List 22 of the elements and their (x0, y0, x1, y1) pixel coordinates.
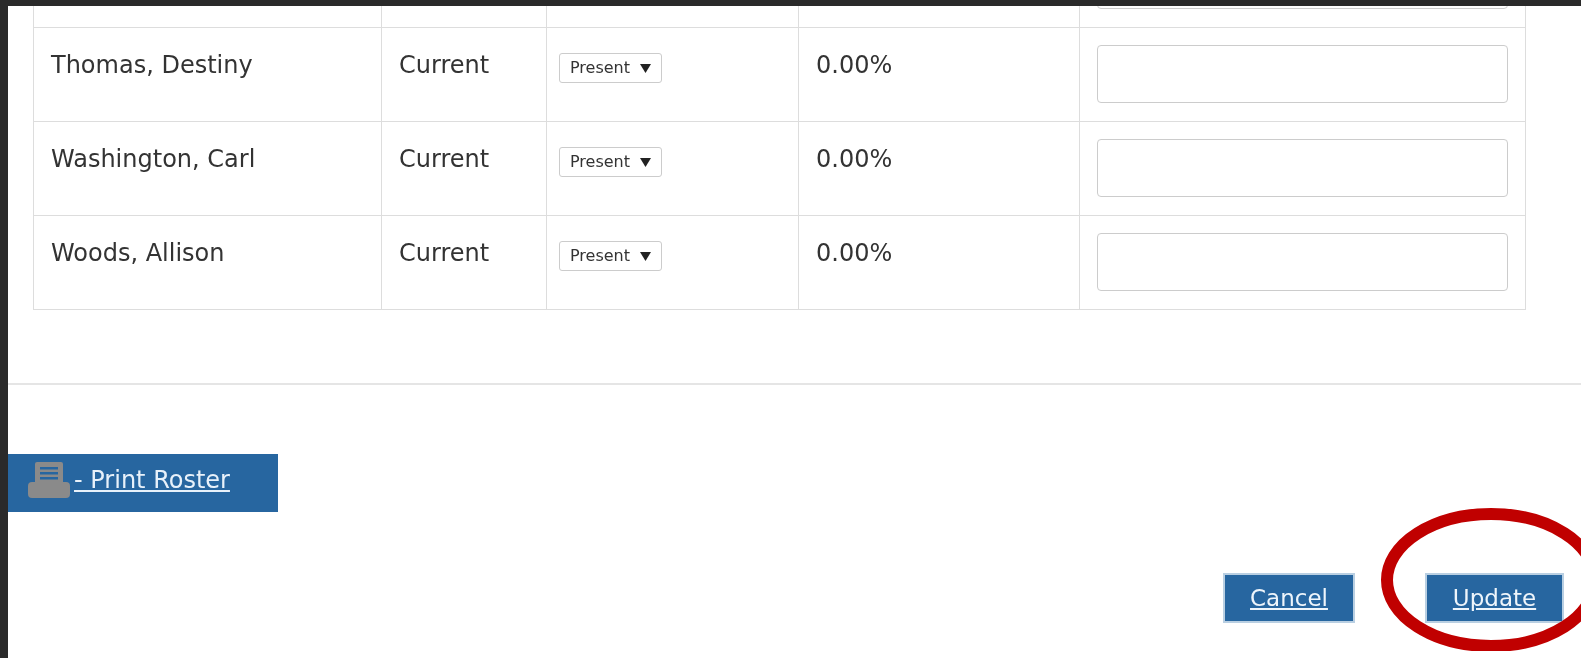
caret-icon (640, 157, 652, 167)
caret-icon (640, 63, 652, 73)
action-button[interactable]: Cancel (1223, 573, 1355, 623)
percent-text: 0.00% (816, 145, 893, 173)
percent-text: 0.00% (816, 239, 893, 267)
status-text: Current (399, 239, 490, 267)
attendance-dropdown[interactable]: Present (559, 241, 663, 271)
percent-text: 0.00% (816, 51, 893, 79)
comment-field[interactable] (1097, 45, 1508, 103)
attendance-dropdown[interactable]: Present (559, 53, 663, 83)
action-button[interactable]: Update (1425, 573, 1564, 623)
comment-field[interactable] (1097, 139, 1508, 197)
status-text: Current (399, 51, 490, 79)
attendance-dropdown[interactable]: Present (559, 147, 663, 177)
printer-icon (28, 462, 70, 498)
print-roster-button[interactable]: - Print Roster (8, 454, 278, 512)
student-name: Thomas, Destiny (51, 51, 253, 79)
caret-icon (640, 251, 652, 261)
status-text: Current (399, 145, 490, 173)
comment-field[interactable] (1097, 233, 1508, 291)
student-name: Washington, Carl (51, 145, 256, 173)
student-name: Woods, Allison (51, 239, 225, 267)
